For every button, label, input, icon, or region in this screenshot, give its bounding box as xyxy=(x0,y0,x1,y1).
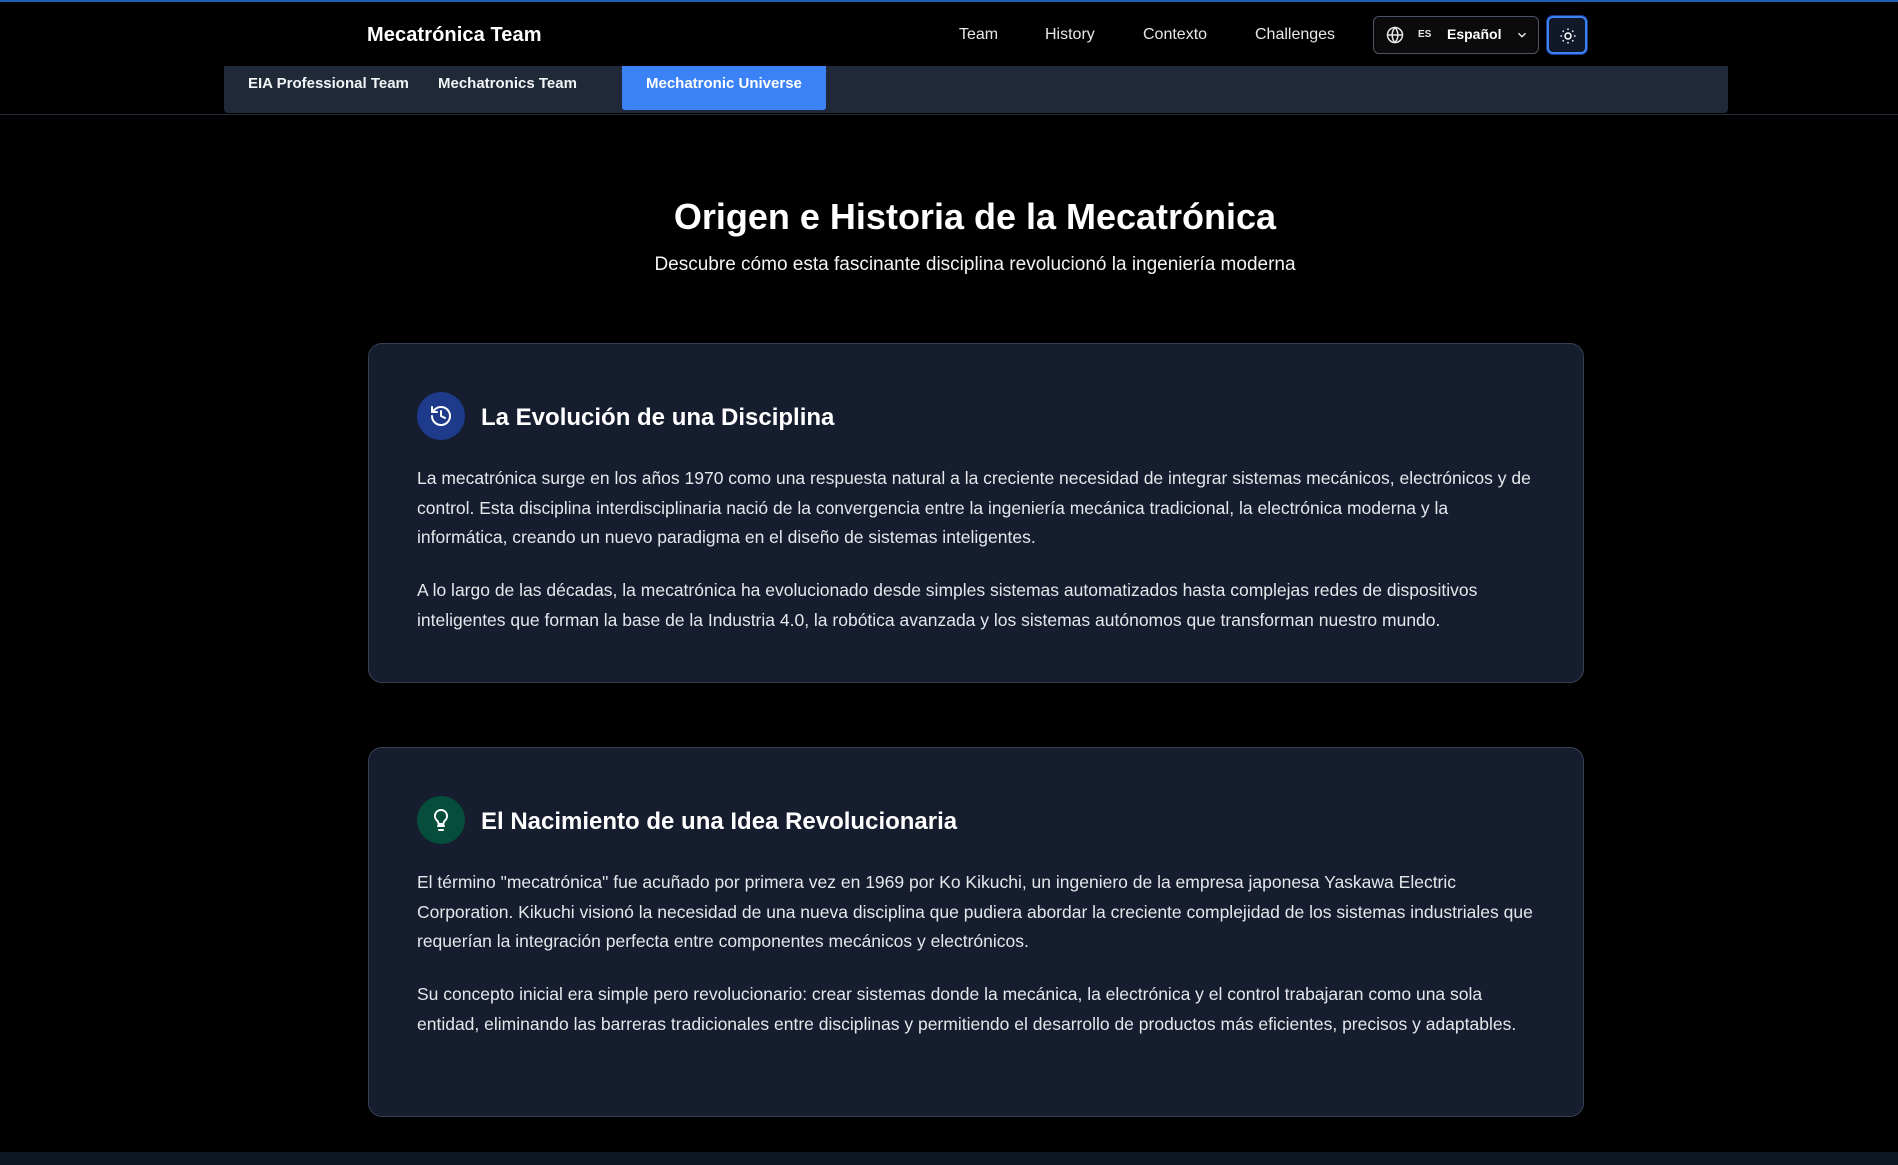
nav-link-challenges[interactable]: Challenges xyxy=(1255,26,1335,44)
card-paragraph: Su concepto inicial era simple pero revo… xyxy=(417,984,1517,1034)
card-title: El Nacimiento de una Idea Revolucionaria xyxy=(481,808,958,835)
history-card-birth: El Nacimiento de una Idea Revolucionaria… xyxy=(368,747,1584,1117)
header-divider xyxy=(0,114,1898,115)
page-subtitle: Descubre cómo esta fascinante disciplina… xyxy=(654,254,1296,275)
language-selector[interactable]: ES Español xyxy=(1373,16,1539,54)
section-subnav: EIA Professional Team Mechatronics Team … xyxy=(224,66,1728,113)
theme-toggle-button[interactable] xyxy=(1547,16,1587,54)
card-paragraph: El término "mecatrónica" fue acuñado por… xyxy=(417,872,1533,951)
subtab-eia-professional-team[interactable]: EIA Professional Team xyxy=(224,66,433,110)
lightbulb-icon xyxy=(433,808,449,831)
subtab-mechatronics-team[interactable]: Mechatronics Team xyxy=(414,66,601,110)
history-icon xyxy=(431,406,451,426)
top-navbar: Mecatrónica Team Team History Contexto C… xyxy=(0,2,1898,66)
language-code: ES xyxy=(1418,29,1432,40)
page-title: Origen e Historia de la Mecatrónica xyxy=(673,196,1277,237)
nav-link-team[interactable]: Team xyxy=(959,26,998,44)
globe-icon xyxy=(1386,26,1404,44)
subtab-mechatronic-universe[interactable]: Mechatronic Universe xyxy=(622,66,826,110)
card-paragraph: La mecatrónica surge en los años 1970 co… xyxy=(417,468,1531,547)
bottom-edge xyxy=(0,1152,1898,1165)
card-icon-badge xyxy=(417,796,465,844)
chevron-down-icon xyxy=(1517,32,1527,38)
language-name: Español xyxy=(1447,26,1502,42)
history-card-evolution: La Evolución de una Disciplina La mecatr… xyxy=(368,343,1584,683)
nav-link-history[interactable]: History xyxy=(1045,26,1095,44)
main-nav: Team History Contexto Challenges xyxy=(0,26,1898,50)
card-paragraph: A lo largo de las décadas, la mecatrónic… xyxy=(417,580,1478,630)
card-icon-badge xyxy=(417,392,465,440)
sun-icon xyxy=(1560,28,1576,44)
nav-link-contexto[interactable]: Contexto xyxy=(1143,26,1207,44)
card-title: La Evolución de una Disciplina xyxy=(481,404,835,431)
